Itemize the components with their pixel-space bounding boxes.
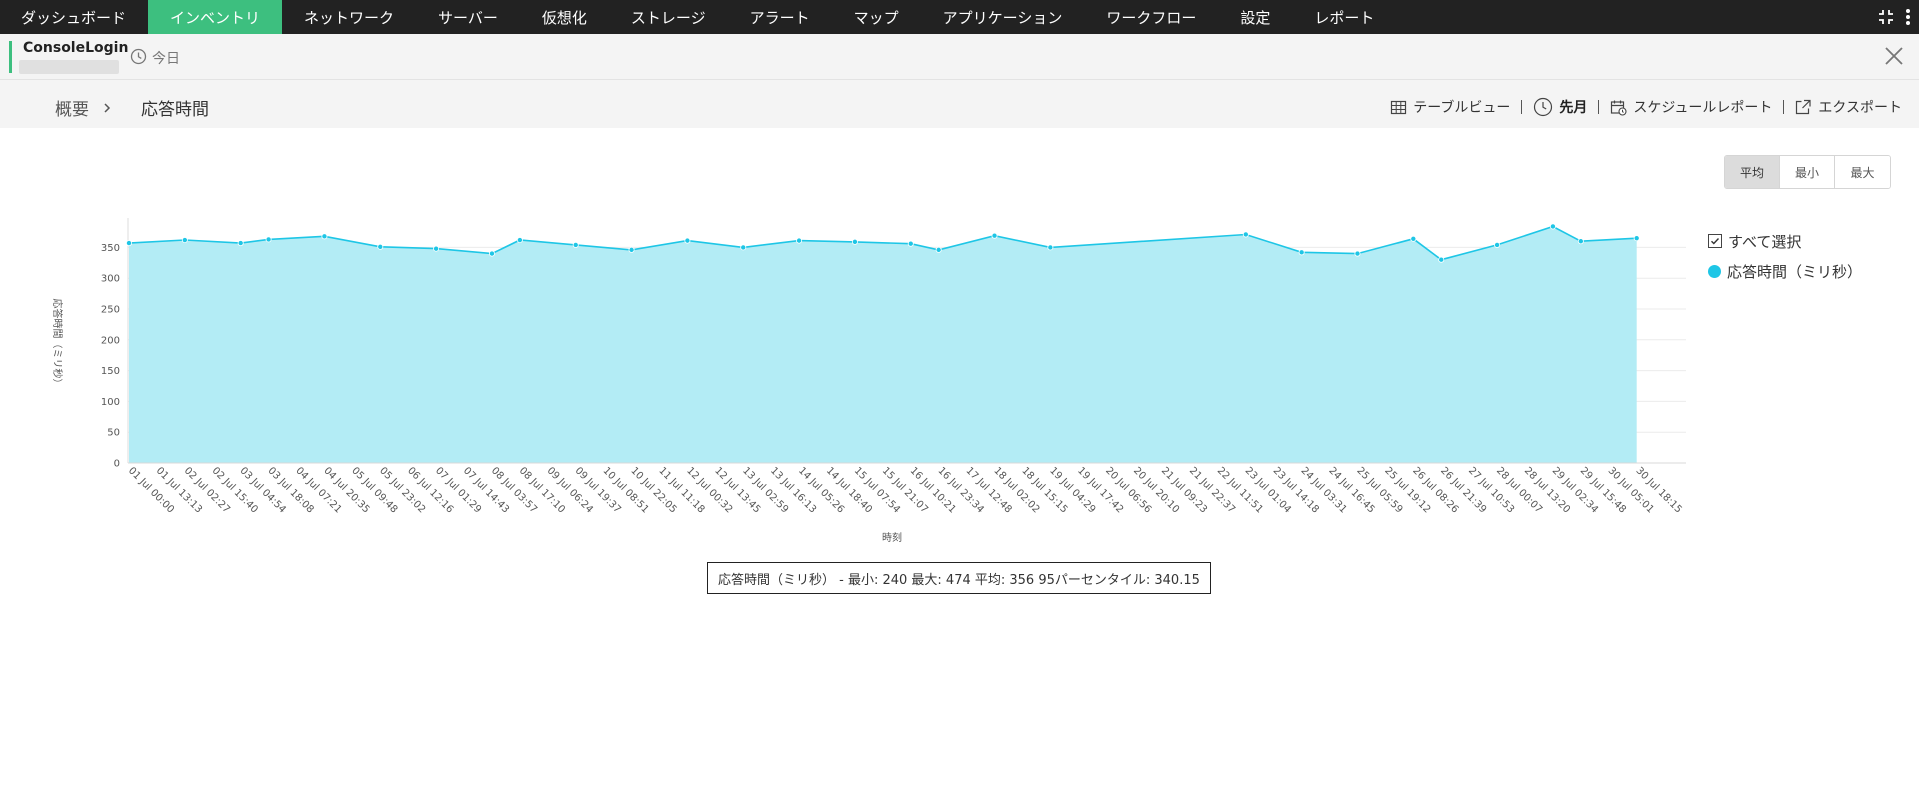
breadcrumb-overview[interactable]: 概要 [55, 95, 89, 120]
data-point [1298, 249, 1305, 256]
data-point [237, 240, 244, 247]
data-point [265, 236, 272, 243]
data-point [1438, 256, 1445, 263]
nav-network[interactable]: ネットワーク [282, 0, 416, 34]
legend-select-all[interactable]: すべて選択 [1708, 226, 1862, 256]
data-point [1494, 241, 1501, 248]
y-tick-label: 350 [101, 243, 120, 254]
page-title: 応答時間 [141, 100, 209, 120]
nav-applications[interactable]: アプリケーション [921, 0, 1085, 34]
clock-icon [1533, 97, 1553, 117]
data-point [516, 237, 523, 244]
clock-icon [130, 48, 147, 65]
legend-series-item[interactable]: 応答時間（ミリ秒） [1708, 256, 1862, 286]
monitor-accent [9, 41, 12, 73]
export-icon [1795, 99, 1812, 116]
export-button[interactable]: エクスポート [1795, 97, 1902, 117]
y-axis-title: 応答時間（ミリ秒） [51, 299, 64, 389]
toolbar-divider [1783, 100, 1785, 114]
table-view-label: テーブルビュー [1413, 100, 1511, 116]
data-point [1354, 250, 1361, 257]
monitor-name: ConsoleLogin [23, 40, 129, 56]
checkbox-checked-icon [1708, 234, 1722, 248]
aggregation-toggle: 平均 最小 最大 [1724, 155, 1891, 189]
date-range-label[interactable]: 今日 [152, 48, 180, 68]
stats-summary: 応答時間（ミリ秒） - 最小: 240 最大: 474 平均: 356 95パー… [707, 562, 1211, 594]
data-point [572, 241, 579, 248]
y-tick-label: 100 [101, 397, 120, 408]
data-point [935, 246, 942, 253]
data-point [321, 233, 328, 240]
data-point [1242, 231, 1249, 238]
data-point [991, 232, 998, 239]
data-point [1577, 238, 1584, 245]
y-tick-label: 150 [101, 366, 120, 377]
response-time-chart: 05010015020025030035001 Jul 00:0001 Jul … [51, 218, 1686, 544]
chart-legend: すべて選択 応答時間（ミリ秒） [1708, 226, 1862, 286]
data-point [851, 238, 858, 245]
nav-inventory[interactable]: インベントリ [148, 0, 283, 34]
schedule-report-button[interactable]: スケジュールレポート [1610, 97, 1772, 117]
monitor-subtitle-redacted [19, 60, 119, 74]
toggle-minimum[interactable]: 最小 [1780, 156, 1835, 188]
y-tick-label: 0 [114, 459, 120, 470]
nav-dashboard[interactable]: ダッシュボード [0, 0, 148, 34]
data-point [433, 245, 440, 252]
data-point [796, 237, 803, 244]
toggle-average[interactable]: 平均 [1725, 156, 1780, 188]
schedule-report-label: スケジュールレポート [1633, 100, 1773, 116]
series-area [129, 226, 1637, 463]
export-label: エクスポート [1818, 100, 1902, 116]
legend-select-all-label: すべて選択 [1728, 232, 1802, 251]
nav-servers[interactable]: サーバー [416, 0, 520, 34]
y-tick-label: 250 [101, 305, 120, 316]
data-point [181, 237, 188, 244]
nav-virtualization[interactable]: 仮想化 [520, 0, 609, 34]
table-view-button[interactable]: テーブルビュー [1390, 97, 1510, 117]
report-toolbar: テーブルビュー 先月 スケジュールレポート エクスポート [1390, 97, 1902, 117]
nav-alerts[interactable]: アラート [728, 0, 832, 34]
table-icon [1390, 99, 1407, 116]
y-tick-label: 200 [101, 335, 120, 346]
more-menu-icon[interactable] [1897, 0, 1919, 34]
data-point [1549, 223, 1556, 230]
calendar-clock-icon [1610, 99, 1627, 116]
collapse-icon[interactable] [1875, 0, 1897, 34]
breadcrumb-bar: 概要 応答時間 テーブルビュー 先月 スケジュールレポート エクスポート [0, 80, 1919, 128]
toggle-maximum[interactable]: 最大 [1835, 156, 1890, 188]
nav-reports[interactable]: レポート [1292, 0, 1396, 34]
y-tick-label: 50 [107, 428, 120, 439]
monitor-bar: ConsoleLogin 今日 [0, 34, 1919, 80]
data-point [907, 240, 914, 247]
toolbar-divider [1521, 100, 1523, 114]
nav-workflow[interactable]: ワークフロー [1084, 0, 1218, 34]
data-point [1047, 244, 1054, 251]
nav-storage[interactable]: ストレージ [609, 0, 728, 34]
data-point [628, 246, 635, 253]
data-point [684, 237, 691, 244]
period-selector[interactable]: 先月 [1533, 97, 1587, 117]
legend-series-label: 応答時間（ミリ秒） [1727, 262, 1863, 281]
nav-maps[interactable]: マップ [832, 0, 921, 34]
data-point [1410, 235, 1417, 242]
top-nav: ダッシュボード インベントリ ネットワーク サーバー 仮想化 ストレージ アラー… [0, 0, 1919, 34]
chevron-right-icon [101, 99, 113, 113]
x-axis-title: 時刻 [882, 531, 902, 544]
period-label: 先月 [1559, 100, 1588, 116]
series-color-dot [1708, 264, 1721, 278]
data-point [488, 250, 495, 257]
data-point [126, 240, 133, 247]
nav-settings[interactable]: 設定 [1218, 0, 1292, 34]
toolbar-divider [1598, 100, 1600, 114]
close-icon[interactable] [1883, 45, 1905, 67]
data-point [1633, 235, 1640, 242]
y-tick-label: 300 [101, 274, 120, 285]
data-point [377, 243, 384, 250]
data-point [740, 244, 747, 251]
